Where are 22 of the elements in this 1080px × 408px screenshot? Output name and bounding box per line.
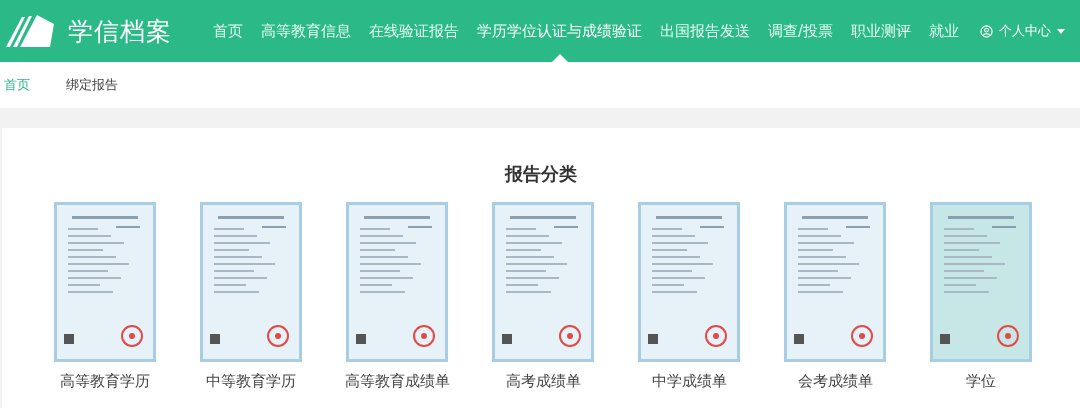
breadcrumb-link[interactable]: 首页 bbox=[4, 76, 30, 94]
user-menu[interactable]: 个人中心 bbox=[980, 22, 1066, 40]
breadcrumb-link[interactable]: 绑定报告 bbox=[66, 76, 118, 94]
nav-tab[interactable]: 调查/投票 bbox=[759, 0, 843, 62]
site-title: 学信档案 bbox=[68, 15, 172, 48]
nav-tab[interactable]: 首页 bbox=[204, 0, 252, 62]
nav-tab[interactable]: 学历学位认证与成绩验证 bbox=[468, 0, 651, 62]
report-label[interactable]: 会考成绩单 bbox=[797, 372, 873, 391]
report-label[interactable]: 中学成绩单 bbox=[651, 372, 727, 391]
user-icon bbox=[980, 24, 994, 38]
report-label[interactable]: 高等教育学历 bbox=[60, 372, 150, 391]
report-label[interactable]: 高等教育成绩单 bbox=[344, 372, 450, 391]
section-title: 报告分类 bbox=[505, 162, 577, 186]
nav-tab[interactable]: 出国报告发送 bbox=[651, 0, 759, 62]
report-label[interactable]: 中等教育学历 bbox=[206, 372, 296, 391]
nav-tab[interactable]: 高等教育信息 bbox=[252, 0, 360, 62]
nav-tab[interactable]: 职业测评 bbox=[842, 0, 921, 62]
nav-tab[interactable]: 在线验证报告 bbox=[360, 0, 468, 62]
report-label[interactable]: 高考成绩单 bbox=[505, 372, 581, 391]
report-label[interactable]: 学位 bbox=[966, 372, 996, 391]
nav-tab[interactable]: 就业 bbox=[920, 0, 969, 62]
caret-icon bbox=[1057, 28, 1066, 34]
